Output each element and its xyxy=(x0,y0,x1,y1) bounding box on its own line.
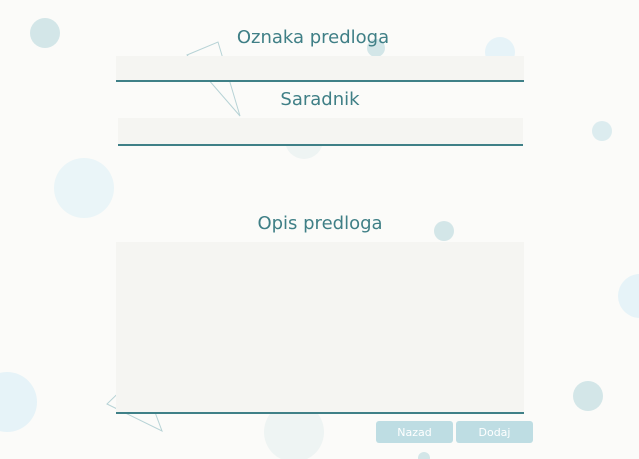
bg-bubble xyxy=(54,158,114,218)
bg-bubble xyxy=(0,372,37,432)
description-textarea[interactable] xyxy=(116,242,524,414)
collaborator-input[interactable] xyxy=(118,118,523,146)
back-button[interactable]: Nazad xyxy=(376,421,453,443)
bg-bubble xyxy=(592,121,612,141)
collaborator-label: Saradnik xyxy=(280,89,360,110)
bg-bubble xyxy=(573,381,603,411)
description-label: Opis predloga xyxy=(257,213,383,234)
bg-bubble xyxy=(418,452,430,459)
bg-bubble xyxy=(30,18,60,48)
bg-bubble xyxy=(618,274,639,318)
template-label: Oznaka predloga xyxy=(236,27,390,48)
add-button[interactable]: Dodaj xyxy=(456,421,533,443)
template-input[interactable] xyxy=(116,56,524,82)
bg-bubble xyxy=(434,221,454,241)
